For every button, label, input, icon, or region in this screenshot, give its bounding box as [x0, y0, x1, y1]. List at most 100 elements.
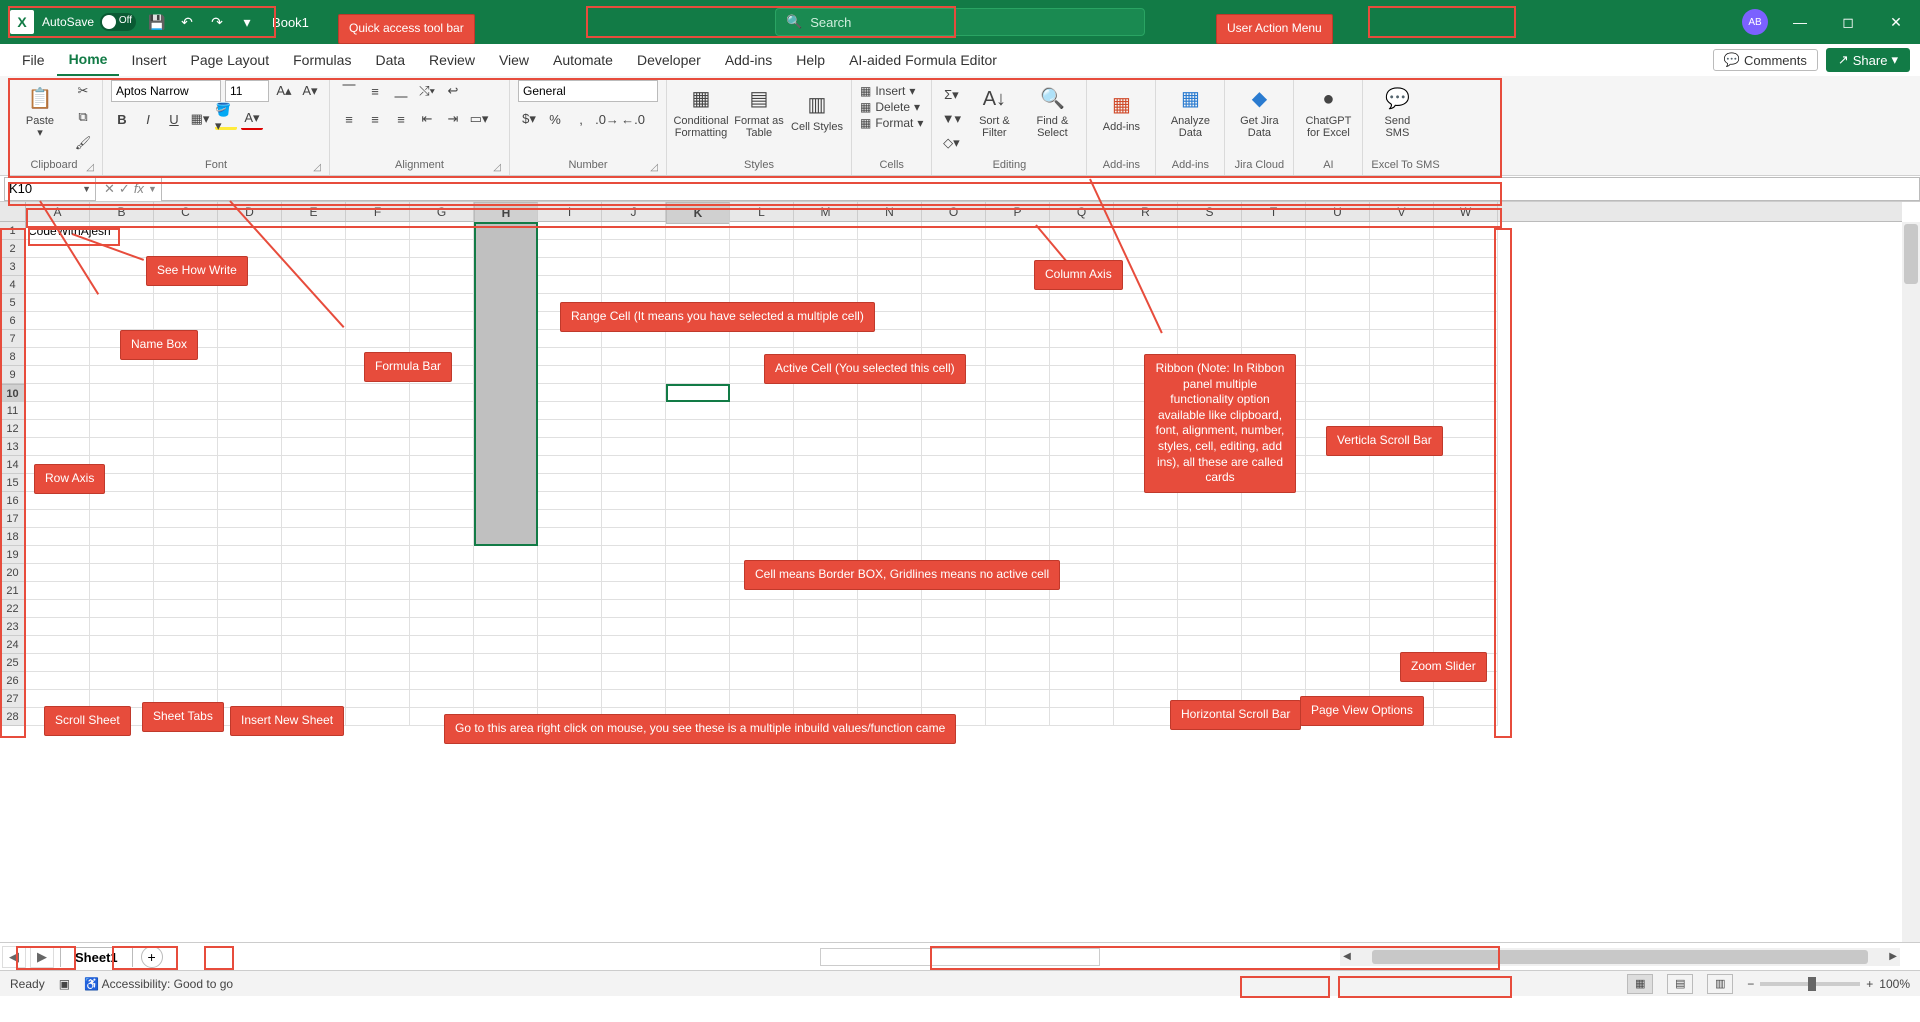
cell[interactable] [218, 438, 282, 456]
cell[interactable] [1242, 330, 1306, 348]
align-center-icon[interactable]: ≡ [364, 108, 386, 130]
cell[interactable] [346, 276, 410, 294]
cell[interactable] [1050, 366, 1114, 384]
cell[interactable] [1434, 456, 1498, 474]
row-header[interactable]: 11 [0, 402, 25, 420]
cell[interactable] [794, 672, 858, 690]
cell[interactable] [666, 240, 730, 258]
cell[interactable] [282, 438, 346, 456]
cell[interactable] [858, 456, 922, 474]
cell[interactable] [410, 240, 474, 258]
cell[interactable] [730, 600, 794, 618]
cell[interactable] [410, 492, 474, 510]
cell[interactable] [410, 402, 474, 420]
cell[interactable] [666, 258, 730, 276]
cell[interactable] [1050, 600, 1114, 618]
cell[interactable] [1178, 276, 1242, 294]
status-context-area[interactable] [820, 948, 1100, 966]
cell[interactable] [1306, 474, 1370, 492]
sheet-tab[interactable]: Sheet1 [60, 947, 133, 967]
cell[interactable] [730, 402, 794, 420]
cell[interactable] [1434, 528, 1498, 546]
column-header[interactable]: K [666, 202, 730, 224]
cell[interactable] [218, 672, 282, 690]
cell[interactable] [666, 474, 730, 492]
cell[interactable] [794, 258, 858, 276]
cell[interactable] [26, 420, 90, 438]
cell[interactable] [1306, 384, 1370, 402]
dialog-launcher-icon[interactable]: ◿ [86, 162, 94, 173]
cell[interactable] [154, 438, 218, 456]
clear-icon[interactable]: ◇▾ [940, 132, 962, 154]
cell[interactable] [346, 294, 410, 312]
cell[interactable] [282, 618, 346, 636]
cell[interactable] [922, 528, 986, 546]
cell[interactable] [1114, 510, 1178, 528]
column-header[interactable]: U [1306, 202, 1370, 221]
cell[interactable] [1178, 582, 1242, 600]
cell[interactable] [538, 240, 602, 258]
cell[interactable] [1306, 654, 1370, 672]
cell[interactable] [346, 402, 410, 420]
cell[interactable] [538, 384, 602, 402]
cell[interactable] [346, 528, 410, 546]
cell[interactable] [90, 510, 154, 528]
cell[interactable] [1178, 294, 1242, 312]
cell[interactable] [922, 690, 986, 708]
cell[interactable] [1178, 528, 1242, 546]
cell[interactable] [474, 618, 538, 636]
cell[interactable] [218, 312, 282, 330]
cell[interactable] [1370, 402, 1434, 420]
align-middle-icon[interactable]: ≡ [364, 80, 386, 102]
cell[interactable] [538, 330, 602, 348]
cell[interactable] [666, 420, 730, 438]
cell[interactable] [1306, 456, 1370, 474]
cell[interactable] [26, 276, 90, 294]
cell[interactable] [986, 456, 1050, 474]
undo-icon[interactable]: ↶ [176, 11, 198, 33]
cell[interactable] [282, 510, 346, 528]
cell[interactable] [218, 348, 282, 366]
cell[interactable] [282, 636, 346, 654]
row-header[interactable]: 9 [0, 366, 25, 384]
cell[interactable] [602, 672, 666, 690]
column-header[interactable]: T [1242, 202, 1306, 221]
tab-page-layout[interactable]: Page Layout [178, 44, 281, 76]
scroll-left-icon[interactable]: ◀ [1340, 951, 1354, 962]
row-header[interactable]: 21 [0, 582, 25, 600]
cell[interactable] [1306, 240, 1370, 258]
cell[interactable] [218, 528, 282, 546]
cell[interactable] [474, 672, 538, 690]
cell[interactable] [922, 654, 986, 672]
cell[interactable] [666, 600, 730, 618]
tab-home[interactable]: Home [57, 44, 120, 76]
font-size-select[interactable] [225, 80, 269, 102]
cell[interactable] [666, 438, 730, 456]
format-painter-icon[interactable]: 🖌 [72, 132, 94, 154]
cell[interactable] [858, 474, 922, 492]
cell[interactable] [1114, 654, 1178, 672]
cancel-icon[interactable]: ✕ [104, 181, 115, 197]
cell[interactable] [154, 636, 218, 654]
cell[interactable] [1178, 672, 1242, 690]
row-header[interactable]: 1 [0, 222, 25, 240]
cell[interactable] [1306, 618, 1370, 636]
row-header[interactable]: 19 [0, 546, 25, 564]
cell[interactable] [602, 636, 666, 654]
cell[interactable] [1114, 492, 1178, 510]
row-header[interactable]: 24 [0, 636, 25, 654]
cell[interactable] [730, 276, 794, 294]
cell[interactable] [538, 546, 602, 564]
cell[interactable] [794, 276, 858, 294]
cell[interactable] [666, 456, 730, 474]
cell[interactable] [410, 618, 474, 636]
cell[interactable] [1306, 510, 1370, 528]
cell[interactable] [1370, 564, 1434, 582]
cell[interactable] [1114, 276, 1178, 294]
cell[interactable] [346, 258, 410, 276]
cell[interactable] [410, 222, 474, 240]
cell[interactable] [1370, 600, 1434, 618]
cell[interactable] [1114, 708, 1178, 726]
paste-button[interactable]: 📋Paste▾ [14, 80, 66, 144]
cell[interactable] [1242, 312, 1306, 330]
